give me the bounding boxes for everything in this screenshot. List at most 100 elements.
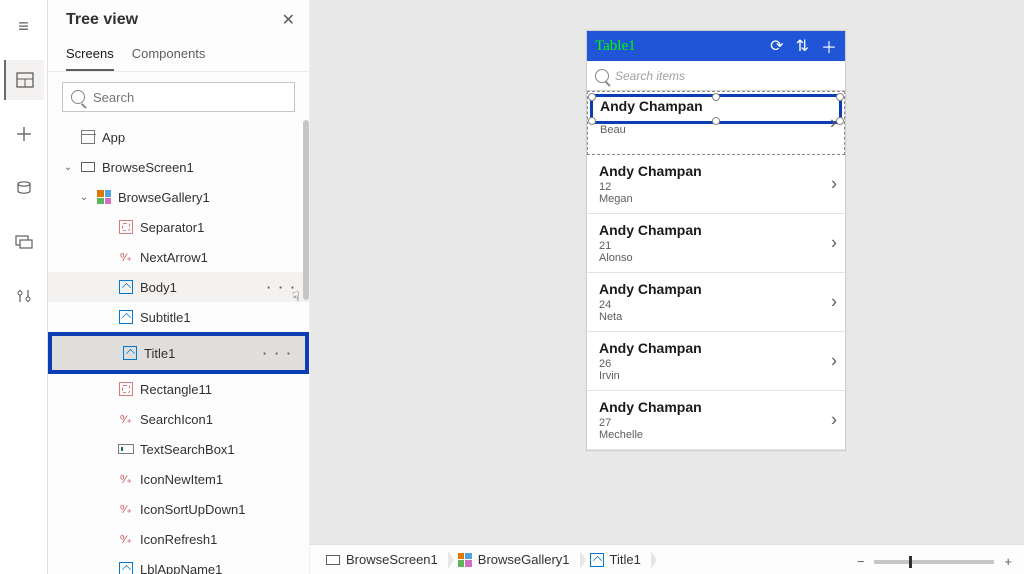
label-icon xyxy=(119,280,133,294)
add-icon[interactable]: ＋ xyxy=(821,34,837,58)
more-icon[interactable]: · · · xyxy=(263,346,293,361)
chevron-right-icon[interactable]: › xyxy=(831,174,837,195)
highlight-title1: Title1 · · · xyxy=(48,332,309,374)
tree-node-title1[interactable]: Title1 · · · xyxy=(52,336,305,370)
zoom-slider[interactable] xyxy=(874,560,994,564)
left-tool-rail: ≡ xyxy=(0,0,48,574)
chevron-right-icon[interactable]: › xyxy=(831,351,837,372)
group-icon: ⁰⁄₊ xyxy=(118,249,134,265)
search-icon xyxy=(595,69,609,83)
gallery-item[interactable]: Andy Champan 21 Alonso › xyxy=(587,214,845,273)
gallery-body: Beau xyxy=(600,124,834,136)
zoom-in-button[interactable]: + xyxy=(1004,554,1012,569)
close-icon[interactable]: ✕ xyxy=(282,10,295,30)
chevron-right-icon[interactable]: › xyxy=(831,410,837,431)
gallery-icon xyxy=(97,190,111,204)
search-icon xyxy=(71,90,85,104)
group-icon: ⁰⁄₊ xyxy=(118,411,134,427)
tree-search-box[interactable] xyxy=(62,82,295,112)
tab-components[interactable]: Components xyxy=(132,40,206,71)
app-icon xyxy=(81,130,95,144)
gallery-subtitle: 21 xyxy=(599,240,835,252)
gallery-item[interactable]: Andy Champan Beau › xyxy=(587,91,845,155)
screen-icon xyxy=(326,555,340,565)
tree-node-rectangle11[interactable]: Rectangle11 xyxy=(48,374,309,404)
gallery-title[interactable]: Andy Champan xyxy=(600,98,834,114)
tree-node-browsegallery1[interactable]: ⌄ BrowseGallery1 xyxy=(48,182,309,212)
tree-node-nextarrow1[interactable]: ⁰⁄₊ NextArrow1 xyxy=(48,242,309,272)
gallery-subtitle: 24 xyxy=(599,299,835,311)
breadcrumb-item[interactable]: BrowseGallery1 xyxy=(452,549,580,571)
tree-node-app[interactable]: App xyxy=(48,122,309,152)
gallery-item[interactable]: Andy Champan 24 Neta › xyxy=(587,273,845,332)
tree-node-textsearchbox1[interactable]: TextSearchBox1 xyxy=(48,434,309,464)
screen-icon xyxy=(81,162,95,172)
media-rail-button[interactable] xyxy=(4,222,44,262)
app-header: Table1 ⟳ ⇅ ＋ xyxy=(587,31,845,61)
gallery-title: Andy Champan xyxy=(599,281,835,297)
chevron-right-icon[interactable]: › xyxy=(831,233,837,254)
breadcrumb-label: Title1 xyxy=(610,552,641,567)
zoom-controls: − + xyxy=(857,554,1012,569)
group-icon: ⁰⁄₊ xyxy=(118,471,134,487)
tree-node-iconrefresh1[interactable]: ⁰⁄₊ IconRefresh1 xyxy=(48,524,309,554)
tree-node-lblappname1[interactable]: LblAppName1 xyxy=(48,554,309,574)
gallery-body: Neta xyxy=(599,311,835,323)
gallery-title: Andy Champan xyxy=(599,399,835,415)
refresh-icon[interactable]: ⟳ xyxy=(770,36,783,56)
insert-rail-button[interactable] xyxy=(4,114,44,154)
hamburger-icon[interactable]: ≡ xyxy=(4,6,44,46)
label-icon xyxy=(119,310,133,324)
label-icon xyxy=(119,562,133,574)
tree-view-rail-button[interactable] xyxy=(4,60,44,100)
tree-node-iconnewitem1[interactable]: ⁰⁄₊ IconNewItem1 xyxy=(48,464,309,494)
tree-node-subtitle1[interactable]: Subtitle1 xyxy=(48,302,309,332)
label-icon xyxy=(123,346,137,360)
search-placeholder-text: Search items xyxy=(615,69,685,83)
shape-icon xyxy=(119,382,133,396)
gallery-subtitle: 12 xyxy=(599,181,835,193)
textinput-icon xyxy=(118,444,134,454)
chevron-right-icon[interactable]: › xyxy=(831,292,837,313)
gallery-item[interactable]: Andy Champan 27 Mechelle › xyxy=(587,391,845,450)
tree-node-body1[interactable]: Body1 · · · xyxy=(48,272,309,302)
tree-scrollbar-thumb[interactable] xyxy=(303,120,309,300)
gallery-body: Irvin xyxy=(599,370,835,382)
tree-node-searchicon1[interactable]: ⁰⁄₊ SearchIcon1 xyxy=(48,404,309,434)
gallery-body: Mechelle xyxy=(599,429,835,441)
app-title-label[interactable]: Table1 xyxy=(595,38,636,55)
tree-node-browsescreen1[interactable]: ⌄ BrowseScreen1 xyxy=(48,152,309,182)
gallery-icon xyxy=(458,553,472,567)
data-rail-button[interactable] xyxy=(4,168,44,208)
panel-title: Tree view xyxy=(66,11,138,29)
zoom-out-button[interactable]: − xyxy=(857,554,865,569)
tree-node-separator1[interactable]: Separator1 xyxy=(48,212,309,242)
app-preview: Table1 ⟳ ⇅ ＋ Search items Andy Champan B… xyxy=(586,30,846,451)
tree-view-panel: Tree view ✕ Screens Components App ⌄ Bro… xyxy=(48,0,310,574)
tab-screens[interactable]: Screens xyxy=(66,40,114,71)
chevron-right-icon[interactable]: › xyxy=(830,113,836,134)
app-search-box[interactable]: Search items xyxy=(587,61,845,91)
gallery-item[interactable]: Andy Champan 26 Irvin › xyxy=(587,332,845,391)
tree-node-iconsortupdown1[interactable]: ⁰⁄₊ IconSortUpDown1 xyxy=(48,494,309,524)
breadcrumb-item[interactable]: BrowseScreen1 xyxy=(320,549,448,571)
settings-rail-button[interactable] xyxy=(4,276,44,316)
gallery-subtitle: 26 xyxy=(599,358,835,370)
gallery-title: Andy Champan xyxy=(599,163,835,179)
more-icon[interactable]: · · · xyxy=(267,280,297,295)
tree-list: App ⌄ BrowseScreen1 ⌄ BrowseGallery1 Sep… xyxy=(48,122,309,574)
gallery-title: Andy Champan xyxy=(599,222,835,238)
gallery-item[interactable]: Andy Champan 12 Megan › xyxy=(587,155,845,214)
gallery-title: Andy Champan xyxy=(599,340,835,356)
gallery-body: Alonso xyxy=(599,252,835,264)
label-icon xyxy=(590,553,604,567)
breadcrumb-label: BrowseScreen1 xyxy=(346,552,438,567)
breadcrumb-item[interactable]: Title1 xyxy=(584,549,651,571)
sort-icon[interactable]: ⇅ xyxy=(796,36,809,56)
tree-search-input[interactable] xyxy=(91,89,286,106)
design-canvas[interactable]: Table1 ⟳ ⇅ ＋ Search items Andy Champan B… xyxy=(310,0,1024,574)
gallery-body: Megan xyxy=(599,193,835,205)
breadcrumb-bar: BrowseScreen1 BrowseGallery1 Title1 − + xyxy=(310,544,1024,574)
group-icon: ⁰⁄₊ xyxy=(118,501,134,517)
group-icon: ⁰⁄₊ xyxy=(118,531,134,547)
